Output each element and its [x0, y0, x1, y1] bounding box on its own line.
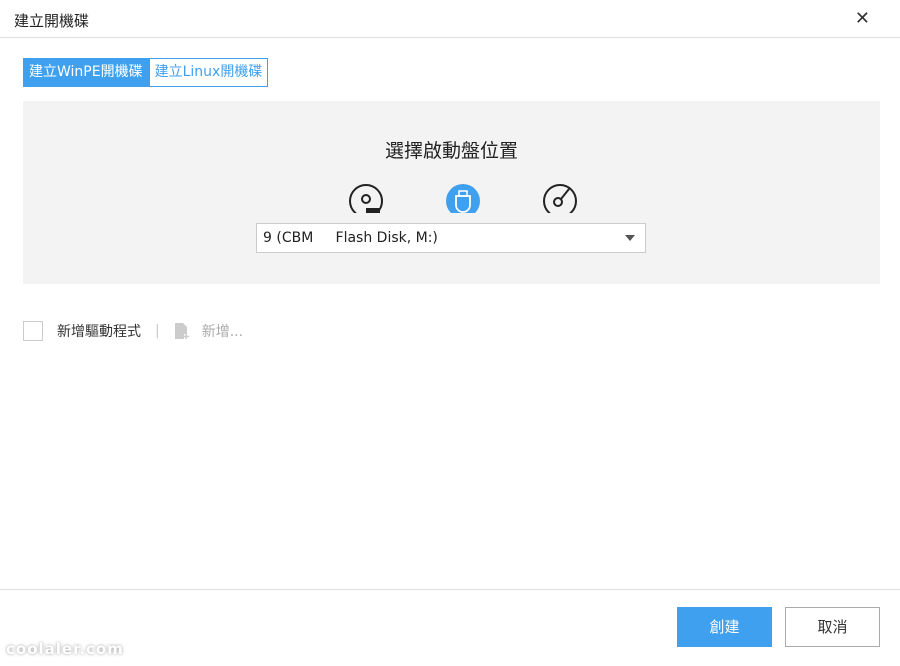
device-select-value: 9 (CBM Flash Disk, M:) — [263, 230, 438, 246]
boot-location-panel: 選擇啟動盤位置 9 (CBM Flash Disk, M:) — [23, 101, 880, 284]
add-driver-checkbox[interactable] — [23, 321, 43, 341]
tab-bar: 建立WinPE開機碟 建立Linux開機碟 — [23, 58, 269, 87]
add-driver-button[interactable]: 新增... — [174, 321, 243, 341]
create-button[interactable]: 創建 — [677, 607, 772, 647]
chevron-down-icon[interactable] — [625, 235, 635, 241]
usb-drive-icon[interactable] — [445, 183, 481, 213]
panel-heading: 選擇啟動盤位置 — [384, 140, 518, 162]
tab-linux[interactable]: 建立Linux開機碟 — [148, 58, 269, 87]
hard-disk-icon[interactable] — [348, 183, 384, 213]
add-driver-button-label: 新增... — [201, 324, 244, 340]
add-driver-label: 新增驅動程式 — [57, 324, 141, 340]
driver-row: 新增驅動程式 | 新增... — [23, 321, 243, 341]
separator: | — [155, 323, 160, 339]
cd-disc-icon[interactable] — [542, 183, 578, 213]
title-bar: 建立開機碟 ✕ — [0, 0, 900, 38]
window-title: 建立開機碟 — [14, 12, 90, 30]
watermark: coolaler.com — [6, 640, 124, 658]
file-add-icon — [174, 323, 189, 339]
cancel-button[interactable]: 取消 — [785, 607, 880, 647]
close-icon[interactable]: ✕ — [855, 8, 870, 29]
footer: 創建 取消 — [0, 589, 900, 666]
device-select[interactable]: 9 (CBM Flash Disk, M:) — [256, 223, 646, 253]
tab-winpe[interactable]: 建立WinPE開機碟 — [23, 58, 149, 87]
